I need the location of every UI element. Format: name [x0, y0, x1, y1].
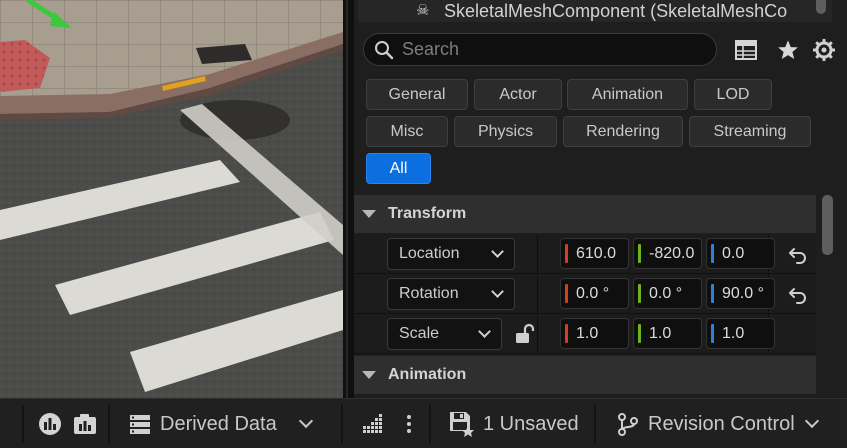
scale-y-field[interactable]: 1.0 [633, 318, 702, 349]
level-viewport[interactable] [0, 0, 343, 398]
location-y-field[interactable]: -820.0 [633, 238, 702, 269]
source-control-grid-icon[interactable] [361, 412, 385, 436]
property-name-cell: Scale [354, 314, 538, 354]
rotation-z-field[interactable]: 90.0 ° [706, 278, 775, 309]
scale-x-field[interactable]: 1.0 [560, 318, 629, 349]
filter-all[interactable]: All [366, 153, 431, 184]
separator [22, 405, 24, 443]
unlocked-padlock-icon[interactable] [514, 323, 536, 345]
rotation-x-field[interactable]: 0.0 ° [560, 278, 629, 309]
splitter-line [346, 0, 348, 398]
filter-rendering[interactable]: Rendering [563, 116, 683, 147]
settings-gear-icon[interactable] [811, 37, 837, 63]
filter-streaming[interactable]: Streaming [689, 116, 811, 147]
search-input[interactable] [402, 39, 692, 60]
chevron-down-icon [298, 413, 313, 429]
viewport-scene [0, 0, 343, 398]
component-label: SkeletalMeshComponent (SkeletalMeshCo [444, 0, 788, 21]
scale-z-field[interactable]: 1.0 [706, 318, 775, 349]
rotation-y-value: 0.0 ° [649, 284, 683, 302]
scale-label: Scale [399, 325, 440, 342]
revision-control-label: Revision Control [648, 412, 795, 435]
rotation-z-value: 90.0 ° [722, 284, 764, 302]
location-z-field[interactable]: 0.0 [706, 238, 775, 269]
branch-icon [618, 413, 638, 436]
location-x-value: 610.0 [576, 244, 617, 262]
location-x-field[interactable]: 610.0 [560, 238, 629, 269]
location-label: Location [399, 245, 460, 262]
rotation-mode-dropdown[interactable]: Rotation [387, 278, 515, 310]
more-options-icon[interactable] [399, 412, 419, 436]
scale-mode-dropdown[interactable]: Scale [387, 318, 502, 350]
z-axis-bar [711, 324, 714, 343]
details-panel: ☠ SkeletalMeshComponent (SkeletalMeshCo [354, 0, 847, 398]
database-icon [130, 415, 150, 434]
scale-x-value: 1.0 [576, 324, 599, 342]
x-axis-bar [565, 244, 568, 263]
property-row-rotation: Rotation 0.0 ° 0.0 ° 90.0 ° [354, 274, 816, 314]
save-disk-icon [450, 412, 474, 437]
reset-arrow-icon[interactable] [788, 244, 808, 264]
status-bar: Derived Data 1 Unsaved Revision Control [0, 398, 847, 448]
skull-icon: ☠ [416, 2, 430, 19]
rotation-y-field[interactable]: 0.0 ° [633, 278, 702, 309]
section-title: Animation [388, 366, 467, 383]
reset-arrow-icon[interactable] [788, 284, 808, 304]
section-title: Transform [388, 205, 467, 222]
filter-actor[interactable]: Actor [474, 79, 562, 110]
property-row-scale: Scale 1.0 1.0 1.0 [354, 314, 816, 354]
filter-general[interactable]: General [366, 79, 468, 110]
filter-animation[interactable]: Animation [567, 79, 688, 110]
chevron-down-icon [491, 285, 504, 298]
chevron-down-icon [804, 413, 819, 429]
filter-lod[interactable]: LOD [694, 79, 772, 110]
location-z-value: 0.0 [722, 244, 745, 262]
location-mode-dropdown[interactable]: Location [387, 238, 515, 270]
component-tree-item[interactable]: ☠ SkeletalMeshComponent (SkeletalMeshCo [358, 0, 832, 22]
x-axis-bar [565, 284, 568, 303]
panel-splitter[interactable] [343, 0, 354, 398]
separator [429, 405, 431, 443]
property-name-cell: Rotation [354, 274, 538, 314]
y-axis-bar [638, 324, 641, 343]
chevron-down-icon [478, 325, 491, 338]
table-view-icon[interactable] [733, 37, 759, 63]
chevron-down-icon [491, 245, 504, 258]
derived-data-label: Derived Data [160, 412, 277, 435]
derived-data-button[interactable]: Derived Data [128, 399, 313, 448]
property-row-location: Location 610.0 -820.0 0.0 [354, 234, 816, 274]
search-box[interactable] [363, 33, 717, 66]
caret-down-icon [362, 371, 376, 379]
camera-stats-icon[interactable] [73, 412, 97, 436]
z-axis-bar [711, 284, 714, 303]
search-icon [375, 40, 394, 59]
unsaved-label: 1 Unsaved [483, 412, 579, 435]
unsaved-button[interactable]: 1 Unsaved [449, 399, 579, 448]
y-axis-bar [638, 244, 641, 263]
location-y-value: -820.0 [649, 244, 695, 262]
separator [108, 405, 110, 443]
caret-down-icon [362, 210, 376, 218]
section-transform[interactable]: Transform [354, 195, 816, 233]
revision-control-button[interactable]: Revision Control [616, 399, 819, 448]
scale-y-value: 1.0 [649, 324, 672, 342]
separator [594, 405, 596, 443]
y-axis-bar [638, 284, 641, 303]
trace-insights-icon[interactable] [38, 412, 62, 436]
property-name-cell: Location [354, 234, 538, 274]
component-scrollbar[interactable] [816, 0, 826, 14]
rotation-x-value: 0.0 ° [576, 284, 610, 302]
separator [341, 405, 343, 443]
favorites-star-icon[interactable] [775, 37, 801, 63]
details-scrollbar-thumb[interactable] [822, 195, 833, 255]
filter-misc[interactable]: Misc [366, 116, 448, 147]
rotation-label: Rotation [399, 285, 459, 302]
filter-physics[interactable]: Physics [454, 116, 557, 147]
z-axis-bar [711, 244, 714, 263]
section-animation[interactable]: Animation [354, 356, 816, 394]
scale-z-value: 1.0 [722, 324, 745, 342]
x-axis-bar [565, 324, 568, 343]
